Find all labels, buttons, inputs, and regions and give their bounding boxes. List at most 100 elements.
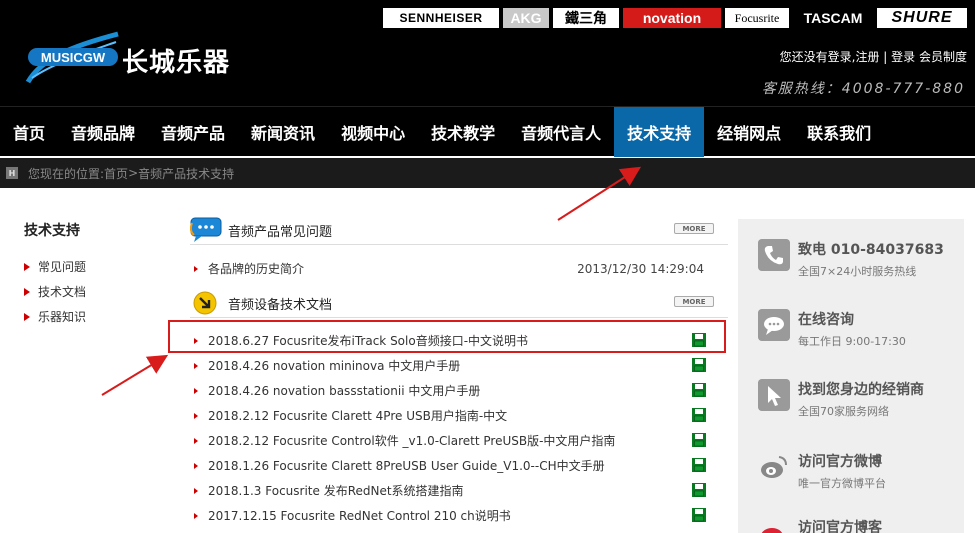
sidebar-title: 技术支持 [24, 223, 80, 239]
site-logo[interactable]: MUSICGW 长城乐器 [18, 24, 238, 88]
phone-icon [758, 239, 790, 271]
service-title: 访问官方博客 [798, 520, 882, 533]
docs-section-header: 音频设备技术文档 MORE [190, 288, 728, 318]
nav-dealers[interactable]: 经销网点 [704, 107, 794, 157]
register-link[interactable]: 注册 [855, 50, 879, 64]
site-header: MUSICGW 长城乐器 SENNHEISER AKG 鐵三角 novation… [0, 0, 975, 106]
sidebar-item-knowledge[interactable]: 乐器知识 [24, 304, 164, 329]
breadcrumb: H 您现在的位置: 首页 > 音频产品技术支持 [0, 158, 975, 188]
list-item[interactable]: 2018.1.3 Focusrite 发布RedNet系统搭建指南 [190, 478, 728, 503]
weibo-icon [761, 456, 787, 478]
blog-icon [761, 528, 783, 533]
bullet-icon [194, 462, 198, 469]
list-item[interactable]: 2018.2.12 Focusrite Control软件 _v1.0-Clar… [190, 428, 728, 453]
nav-news[interactable]: 新闻资讯 [238, 107, 328, 157]
bullet-icon [194, 487, 198, 494]
cursor-icon [758, 379, 790, 411]
list-item[interactable]: 2018.2.12 Focusrite Clarett 4Pre USB用户指南… [190, 403, 728, 428]
save-icon[interactable] [692, 408, 706, 422]
nav-tech-support[interactable]: 技术支持 [614, 107, 705, 157]
service-title: 访问官方微博 [798, 454, 882, 470]
faq-more-button[interactable]: MORE [674, 223, 714, 234]
bullet-icon [24, 312, 30, 321]
user-links: 您还没有登录,注册 | 登录 会员制度 [780, 48, 967, 65]
list-item[interactable]: 2018.1.26 Focusrite Clarett 8PreUSB User… [190, 453, 728, 478]
doc-item-title[interactable]: 2018.1.3 Focusrite 发布RedNet系统搭建指南 [208, 482, 464, 499]
highlight-box [168, 320, 726, 353]
docs-more-button[interactable]: MORE [674, 296, 714, 307]
bullet-icon [194, 412, 198, 419]
doc-item-title[interactable]: 2018.2.12 Focusrite Control软件 _v1.0-Clar… [208, 432, 615, 449]
save-icon[interactable] [692, 433, 706, 447]
faq-section-header: 音频产品常见问题 MORE [190, 215, 728, 245]
sidebar: 技术支持 常见问题 技术文档 乐器知识 [24, 220, 164, 329]
service-sub: 唯一官方微博平台 [798, 477, 886, 490]
brand-sennheiser[interactable]: SENNHEISER [383, 8, 499, 28]
faq-title: 音频产品常见问题 [228, 225, 333, 240]
list-item[interactable]: 2018.4.26 novation bassstationii 中文用户手册 [190, 378, 728, 403]
doc-item-title[interactable]: 2018.4.26 novation bassstationii 中文用户手册 [208, 382, 480, 399]
save-icon[interactable] [692, 483, 706, 497]
doc-item-title[interactable]: 2018.4.26 novation mininova 中文用户手册 [208, 357, 460, 374]
nav-tutorials[interactable]: 技术教学 [418, 107, 508, 157]
breadcrumb-home[interactable]: 首页 [104, 165, 128, 182]
service-sub: 全国7×24小时服务热线 [798, 265, 917, 278]
brand-strip: SENNHEISER AKG 鐵三角 novation Focusrite TA… [383, 8, 967, 28]
breadcrumb-prefix: 您现在的位置: [28, 166, 105, 181]
bullet-icon [194, 437, 198, 444]
brand-tascam[interactable]: TASCAM [793, 8, 873, 28]
breadcrumb-current[interactable]: 音频产品技术支持 [138, 165, 234, 182]
save-icon[interactable] [692, 383, 706, 397]
service-title: 找到您身边的经销商 [798, 382, 924, 398]
chat-bubble-icon [190, 217, 222, 242]
nav-contact[interactable]: 联系我们 [794, 107, 884, 157]
save-icon[interactable] [692, 508, 706, 522]
brand-novation[interactable]: novation [623, 8, 721, 28]
doc-item-title[interactable]: 2018.1.26 Focusrite Clarett 8PreUSB User… [208, 457, 605, 474]
logo-badge-icon: MUSICGW [25, 31, 119, 84]
breadcrumb-separator: > [128, 166, 139, 180]
service-sub: 全国70家服务网络 [798, 405, 889, 418]
service-title: 致电 010-84037683 [798, 242, 944, 258]
faq-item-date: 2013/12/30 14:29:04 [577, 261, 704, 276]
brand-focusrite[interactable]: Focusrite [725, 8, 789, 28]
doc-item-title[interactable]: 2017.12.15 Focusrite RedNet Control 210 … [208, 507, 511, 524]
list-item[interactable]: 2018.4.26 novation mininova 中文用户手册 [190, 353, 728, 378]
membership-link[interactable]: 会员制度 [915, 50, 967, 64]
hotline: 客服热线：4008-777-880 [761, 81, 965, 97]
sidebar-item-tech-docs[interactable]: 技术文档 [24, 279, 164, 304]
main-nav: 首页 音频品牌 音频产品 新闻资讯 视频中心 技术教学 音频代言人 技术支持 经… [0, 106, 975, 157]
save-icon[interactable] [692, 358, 706, 372]
nav-endorsers[interactable]: 音频代言人 [508, 107, 614, 157]
brand-shure[interactable]: SHURE [877, 8, 967, 28]
logo-text: 长城乐器 [122, 48, 231, 78]
login-link[interactable]: 登录 [891, 50, 915, 64]
list-item[interactable]: 各品牌的历史简介 2013/12/30 14:29:04 [190, 256, 728, 281]
bullet-icon [24, 262, 30, 271]
not-logged-text: 您还没有登录, [779, 50, 856, 64]
bullet-icon [194, 387, 198, 394]
nav-audio-products[interactable]: 音频产品 [148, 107, 238, 157]
chat-icon [758, 309, 790, 341]
sidebar-item-faq[interactable]: 常见问题 [24, 254, 164, 279]
save-icon[interactable] [692, 458, 706, 472]
doc-item-title[interactable]: 2018.2.12 Focusrite Clarett 4Pre USB用户指南… [208, 407, 507, 424]
arrow-badge-icon [193, 291, 217, 315]
list-item[interactable]: 2017.12.15 Focusrite RedNet Control 210 … [190, 503, 728, 528]
sidebar-item-label: 常见问题 [38, 260, 87, 274]
nav-home[interactable]: 首页 [0, 107, 58, 157]
faq-item-text[interactable]: 各品牌的历史简介 [208, 260, 304, 277]
bullet-icon [194, 265, 198, 272]
brand-akg[interactable]: AKG [503, 8, 549, 28]
arrow-to-row [101, 354, 169, 396]
home-icon: H [6, 167, 18, 179]
docs-title: 音频设备技术文档 [228, 298, 333, 313]
brand-audio-technica[interactable]: 鐵三角 [553, 8, 619, 28]
bullet-icon [24, 287, 30, 296]
service-sub: 每工作日 9:00-17:30 [798, 335, 906, 348]
bullet-icon [194, 362, 198, 369]
nav-audio-brands[interactable]: 音频品牌 [58, 107, 148, 157]
service-title: 在线咨询 [798, 312, 854, 328]
service-panel: 致电 010-84037683 全国7×24小时服务热线 在线咨询 每工作日 9… [738, 219, 964, 533]
nav-video-center[interactable]: 视频中心 [328, 107, 418, 157]
